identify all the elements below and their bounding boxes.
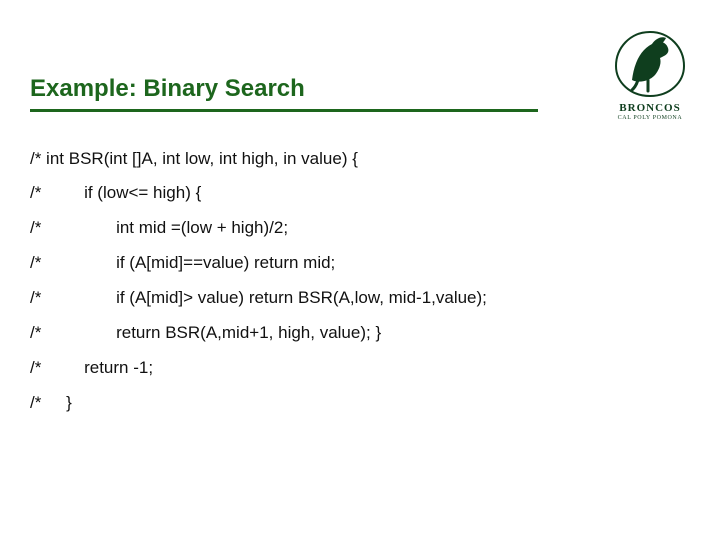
comment-marker: /* xyxy=(30,288,41,307)
code-line: /* if (A[mid]> value) return BSR(A,low, … xyxy=(30,287,690,310)
comment-marker: /* xyxy=(30,183,41,202)
comment-marker: /* xyxy=(30,218,41,237)
title-block: Example: Binary Search xyxy=(30,75,690,112)
code-text: } xyxy=(46,393,72,412)
code-line: /* if (low<= high) { xyxy=(30,182,690,205)
code-line: /* return -1; xyxy=(30,357,690,380)
code-text: int mid =(low + high)/2; xyxy=(46,218,288,237)
code-line: /* if (A[mid]==value) return mid; xyxy=(30,252,690,275)
comment-marker: /* xyxy=(30,393,41,412)
comment-marker: /* xyxy=(30,253,41,272)
code-text: if (low<= high) { xyxy=(46,183,201,202)
comment-marker: /* xyxy=(30,323,41,342)
code-line: /* int BSR(int []A, int low, int high, i… xyxy=(30,148,690,171)
code-line: /* int mid =(low + high)/2; xyxy=(30,217,690,240)
code-block: /* int BSR(int []A, int low, int high, i… xyxy=(30,148,690,416)
code-line: /* return BSR(A,mid+1, high, value); } xyxy=(30,322,690,345)
code-text: return -1; xyxy=(46,358,153,377)
code-text: return BSR(A,mid+1, high, value); } xyxy=(46,323,381,342)
code-line: /* } xyxy=(30,392,690,415)
slide: BRONCOS CAL POLY POMONA Example: Binary … xyxy=(0,0,720,540)
page-title: Example: Binary Search xyxy=(30,75,690,109)
code-text: if (A[mid]==value) return mid; xyxy=(46,253,335,272)
code-text: if (A[mid]> value) return BSR(A,low, mid… xyxy=(46,288,487,307)
logo-subtext: CAL POLY POMONA xyxy=(600,115,700,121)
comment-marker: /* xyxy=(30,358,41,377)
title-underline xyxy=(30,109,538,112)
